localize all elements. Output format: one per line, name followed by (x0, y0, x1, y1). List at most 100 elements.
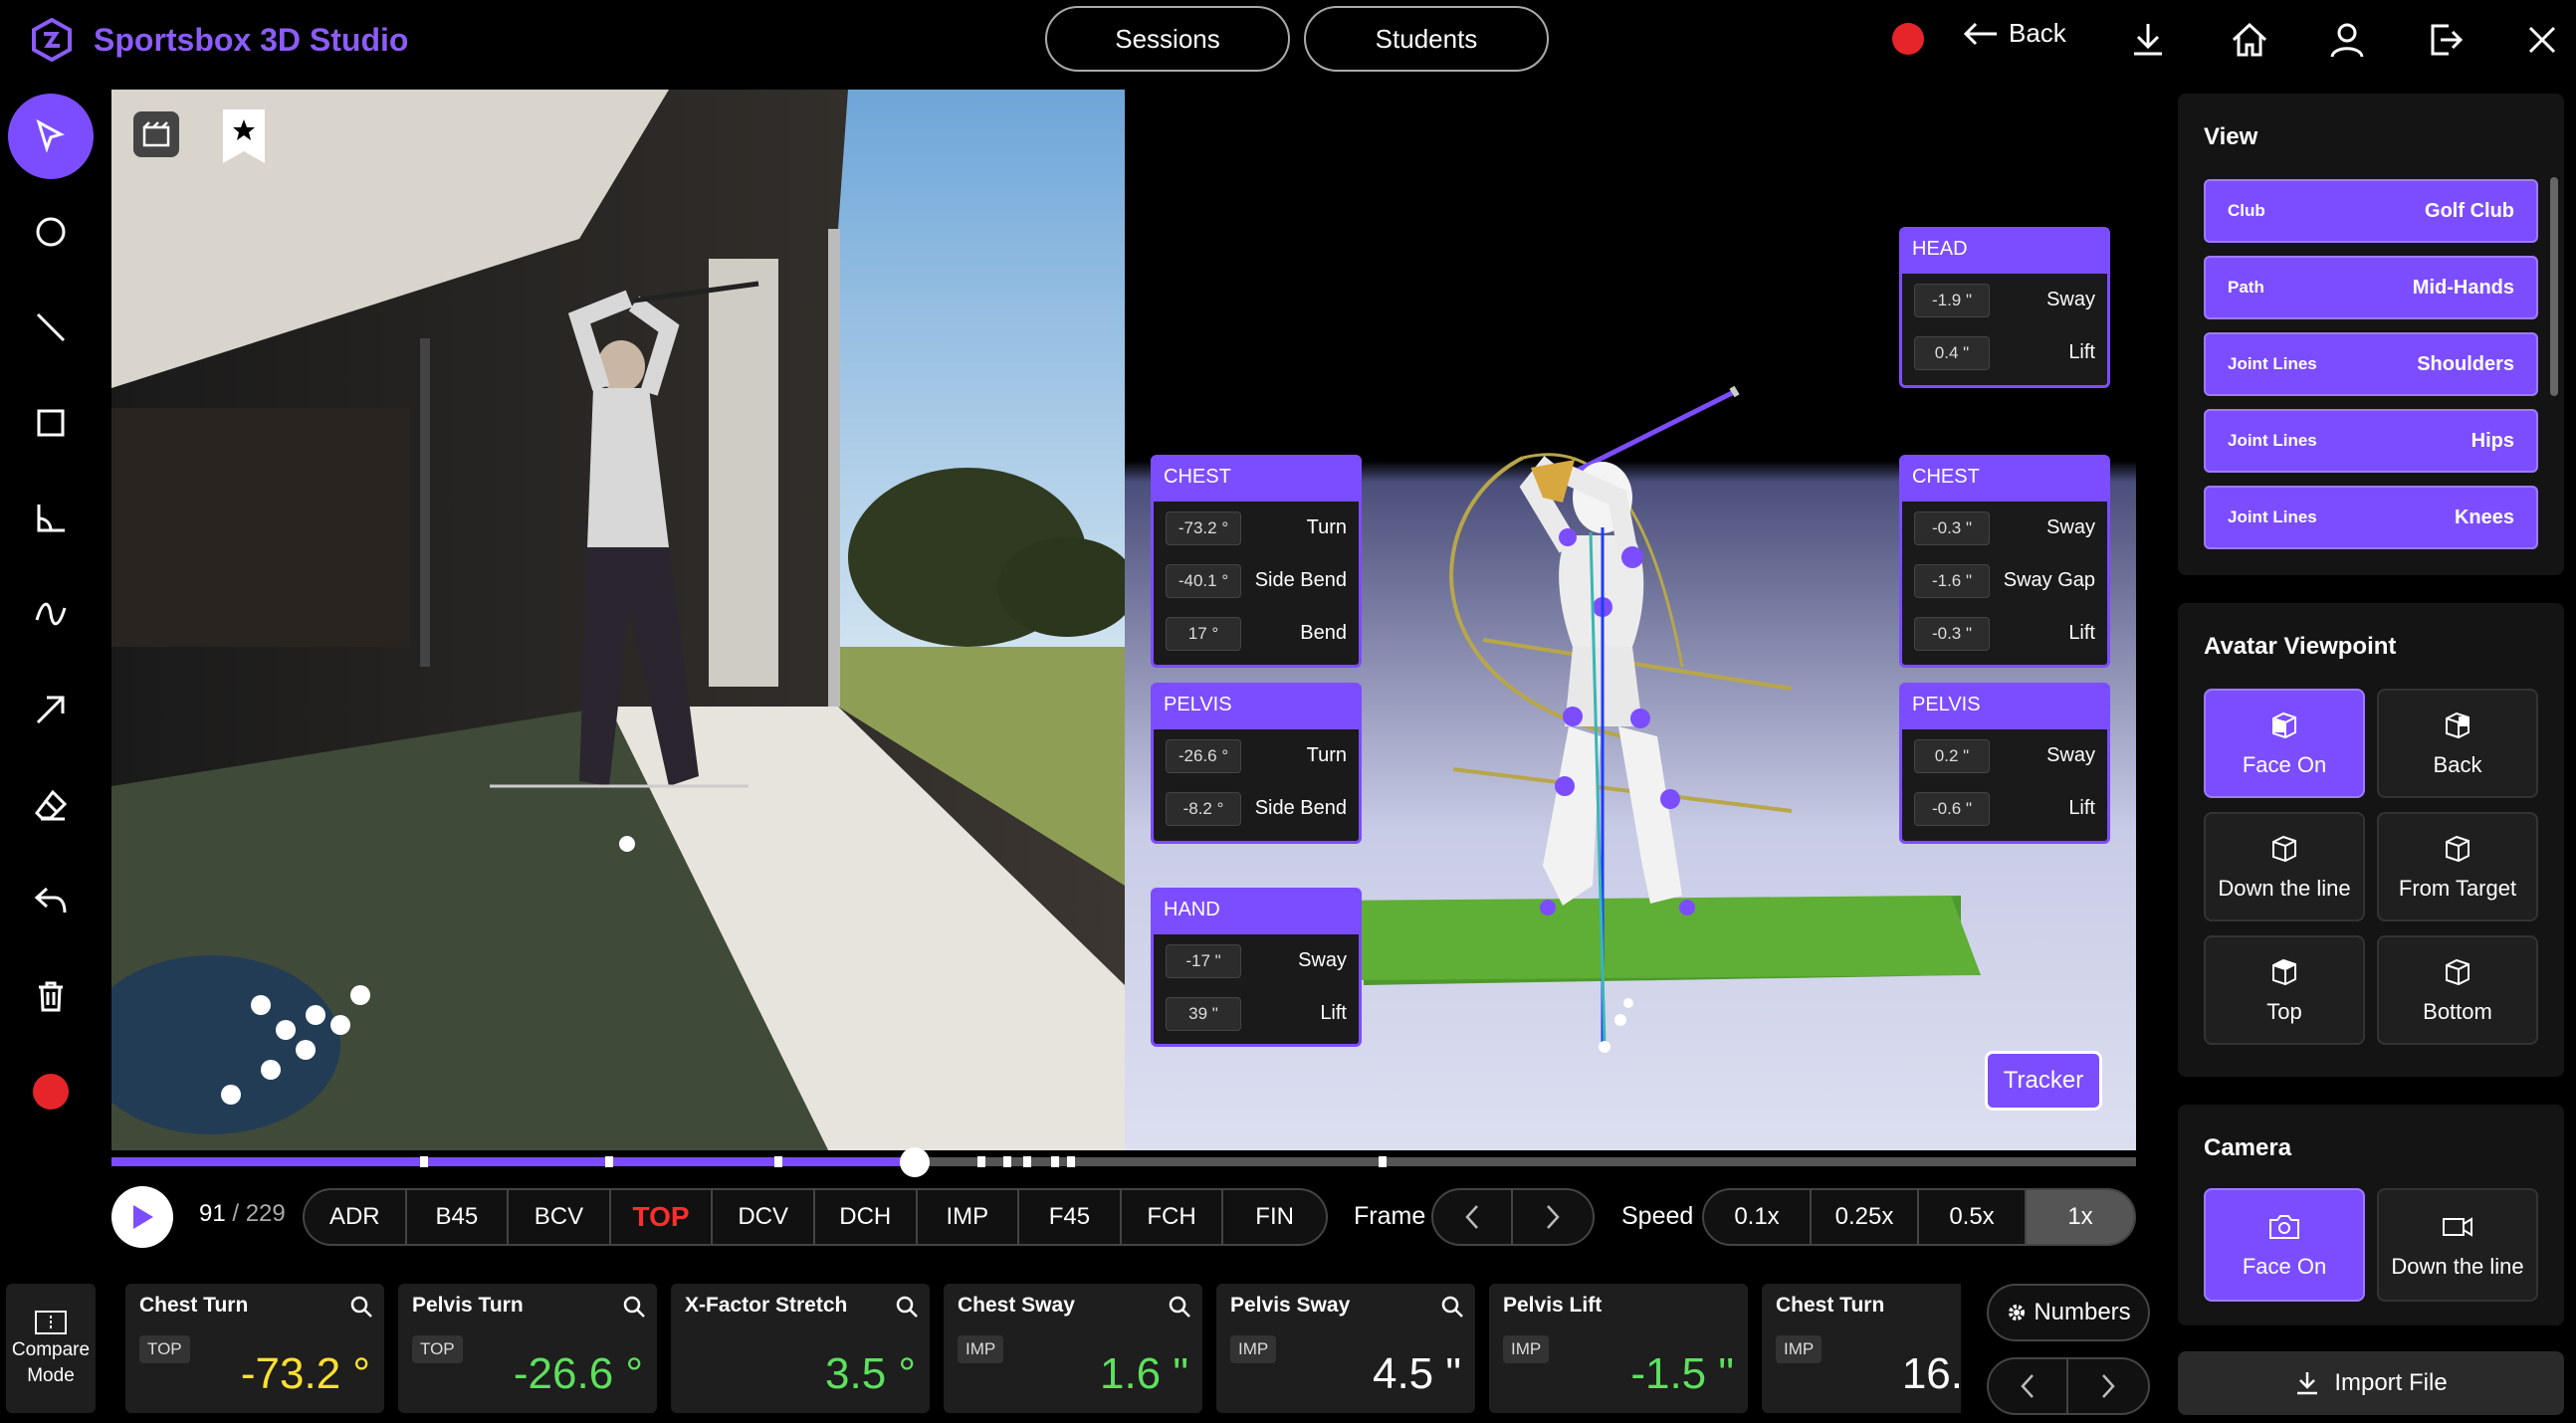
timeline-marker[interactable] (774, 1156, 782, 1167)
card-title: Pelvis Lift (1503, 1294, 1603, 1317)
position-fin[interactable]: FIN (1223, 1190, 1326, 1244)
timeline-marker[interactable] (1067, 1156, 1075, 1167)
viewpoint-back-button[interactable]: Back (2377, 689, 2538, 798)
timeline-scrubber-handle[interactable] (900, 1147, 930, 1177)
position-f45[interactable]: F45 (1019, 1190, 1122, 1244)
students-button[interactable]: Students (1304, 6, 1549, 72)
timeline-marker[interactable] (1003, 1156, 1011, 1167)
metric-card-x-factor-stretch[interactable]: X-Factor Stretch 3.5 ° (671, 1284, 930, 1413)
position-top[interactable]: TOP (611, 1190, 714, 1244)
chest-sway-value: -0.3 " (1914, 510, 1990, 545)
curve-tool-button[interactable] (8, 571, 94, 657)
view-item-path[interactable]: Path Mid-Hands (2204, 256, 2538, 319)
pelvis-sway-label: Sway (2046, 744, 2095, 766)
arrow-left-icon (1963, 22, 1997, 45)
numbers-button[interactable]: Numbers (1987, 1284, 2150, 1341)
view-item-knees[interactable]: Joint Lines Knees (2204, 486, 2538, 549)
viewpoint-face-on-button[interactable]: Face On (2204, 689, 2365, 798)
card-title: X-Factor Stretch (685, 1294, 848, 1317)
viewpoint-bottom-button[interactable]: Bottom (2377, 935, 2538, 1045)
back-button[interactable]: Back (1963, 18, 2066, 49)
metric-card-chest-turn-imp[interactable]: Chest Turn IMP 16. (1762, 1284, 1961, 1413)
search-icon[interactable] (621, 1294, 647, 1320)
line-tool-button[interactable] (8, 285, 94, 370)
pelvis-left-title: PELVIS (1154, 686, 1359, 729)
angle-icon (37, 505, 65, 532)
position-adr[interactable]: ADR (305, 1190, 407, 1244)
select-tool-button[interactable] (8, 94, 94, 179)
next-frame-button[interactable] (1513, 1190, 1593, 1244)
home-icon[interactable] (2222, 12, 2277, 68)
timeline-marker[interactable] (420, 1156, 428, 1167)
timeline-marker[interactable] (1023, 1156, 1031, 1167)
timeline-marker[interactable] (977, 1156, 985, 1167)
bookmark-icon[interactable] (221, 107, 267, 165)
delete-tool-button[interactable] (8, 953, 94, 1039)
metric-card-pelvis-lift[interactable]: Pelvis Lift IMP -1.5 " (1489, 1284, 1748, 1413)
speed-0-25x[interactable]: 0.25x (1812, 1190, 1919, 1244)
user-icon[interactable] (2319, 12, 2375, 68)
metric-card-pelvis-turn[interactable]: Pelvis Turn TOP -26.6 ° (398, 1284, 657, 1413)
timeline-marker[interactable] (605, 1156, 613, 1167)
compare-mode-button[interactable]: Compare Mode (6, 1284, 96, 1413)
sessions-button[interactable]: Sessions (1045, 6, 1290, 72)
download-icon[interactable] (2120, 12, 2176, 68)
viewpoint-from-target-button[interactable]: From Target (2377, 812, 2538, 921)
position-imp[interactable]: IMP (918, 1190, 1020, 1244)
viewpoint-top-button[interactable]: Top (2204, 935, 2365, 1045)
line-icon (36, 312, 66, 342)
view-item-hips[interactable]: Joint Lines Hips (2204, 409, 2538, 473)
chest-left-metrics-box: CHEST -73.2 ° Turn -40.1 ° Side Bend 17 ° B… (1151, 455, 1362, 668)
search-icon[interactable] (348, 1294, 374, 1320)
import-file-button[interactable]: Import File (2178, 1351, 2564, 1415)
metric-card-chest-sway[interactable]: Chest Sway IMP 1.6 " (944, 1284, 1202, 1413)
app-logo: Sportsbox 3D Studio (30, 18, 408, 62)
play-button[interactable] (111, 1186, 173, 1248)
undo-tool-button[interactable] (8, 858, 94, 943)
close-icon[interactable] (2514, 12, 2570, 68)
camera-down-the-line-button[interactable]: Down the line (2377, 1188, 2538, 1302)
record-indicator[interactable] (1892, 23, 1924, 55)
chest-sway-label: Sway (2046, 516, 2095, 538)
circle-tool-button[interactable] (8, 189, 94, 275)
timeline-progress (111, 1157, 915, 1166)
clip-icon[interactable] (133, 111, 179, 157)
rectangle-tool-button[interactable] (8, 380, 94, 466)
hand-lift-label: Lift (1320, 1002, 1347, 1024)
position-dcv[interactable]: DCV (713, 1190, 815, 1244)
position-fch[interactable]: FCH (1122, 1190, 1224, 1244)
view-item-shoulders[interactable]: Joint Lines Shoulders (2204, 332, 2538, 396)
arrow-tool-button[interactable] (8, 667, 94, 752)
video-frame (111, 90, 1125, 1150)
cards-next-button[interactable] (2068, 1359, 2148, 1413)
view-scrollbar[interactable] (2550, 177, 2558, 396)
cube-top-icon (2272, 958, 2296, 986)
pelvis-lift-value: -0.6 " (1914, 791, 1990, 826)
search-icon[interactable] (894, 1294, 920, 1320)
speed-0-1x[interactable]: 0.1x (1704, 1190, 1812, 1244)
trash-icon (39, 981, 63, 1012)
viewpoint-down-the-line-button[interactable]: Down the line (2204, 812, 2365, 921)
speed-0-5x[interactable]: 0.5x (1919, 1190, 2027, 1244)
timeline-marker[interactable] (1379, 1156, 1387, 1167)
tracker-button[interactable]: Tracker (1985, 1051, 2102, 1111)
search-icon[interactable] (1439, 1294, 1465, 1320)
view-item-key: Club (2228, 201, 2265, 220)
position-b45[interactable]: B45 (407, 1190, 510, 1244)
search-icon[interactable] (1167, 1294, 1192, 1320)
view-item-club[interactable]: Club Golf Club (2204, 179, 2538, 243)
speed-1x[interactable]: 1x (2027, 1190, 2134, 1244)
metric-card-chest-turn[interactable]: Chest Turn TOP -73.2 ° (125, 1284, 384, 1413)
angle-tool-button[interactable] (8, 476, 94, 561)
position-bcv[interactable]: BCV (509, 1190, 611, 1244)
position-dch[interactable]: DCH (815, 1190, 918, 1244)
swing-video[interactable] (111, 90, 1125, 1150)
timeline-marker[interactable] (1051, 1156, 1059, 1167)
logout-icon[interactable] (2417, 12, 2472, 68)
record-tool-button[interactable] (8, 1049, 94, 1134)
camera-face-on-button[interactable]: Face On (2204, 1188, 2365, 1302)
cards-previous-button[interactable] (1989, 1359, 2069, 1413)
metric-card-pelvis-sway[interactable]: Pelvis Sway IMP 4.5 " (1216, 1284, 1475, 1413)
eraser-tool-button[interactable] (8, 762, 94, 848)
previous-frame-button[interactable] (1433, 1190, 1514, 1244)
